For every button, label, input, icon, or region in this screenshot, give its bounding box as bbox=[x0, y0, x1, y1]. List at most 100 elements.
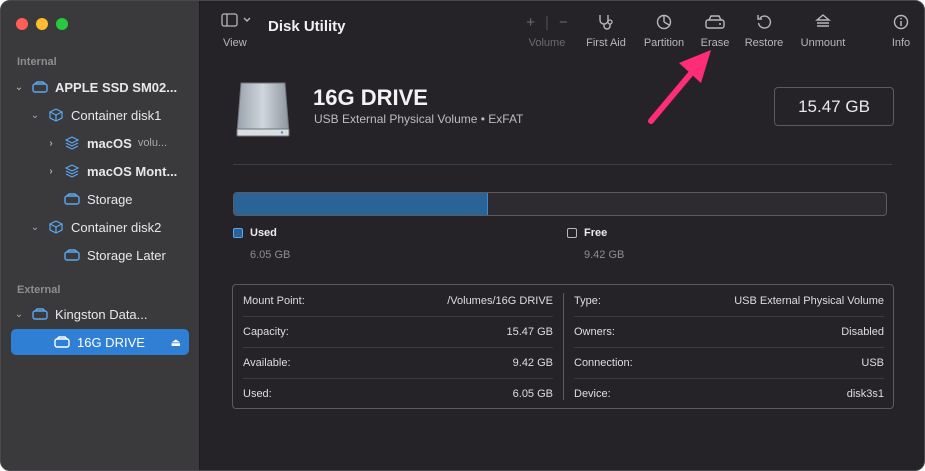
info-key: Owners: bbox=[574, 325, 615, 338]
sidebar-item-label: Storage bbox=[87, 191, 133, 207]
disk-volume-icon bbox=[53, 335, 71, 349]
sidebar-item-storage-later[interactable]: Storage Later bbox=[57, 242, 166, 268]
disk-drive-icon bbox=[31, 80, 49, 94]
sidebar-toggle-icon bbox=[221, 13, 251, 27]
stethoscope-icon bbox=[583, 13, 629, 31]
volume-button[interactable]: + | − Volume bbox=[526, 13, 567, 50]
info-value: disk3s1 bbox=[846, 387, 884, 400]
erase-disk-icon bbox=[698, 13, 732, 31]
info-label: Info bbox=[891, 37, 911, 49]
info-key: Capacity: bbox=[243, 325, 289, 338]
sidebar-item-label: Kingston Data... bbox=[55, 306, 148, 322]
sidebar-item-label: Container disk1 bbox=[71, 107, 162, 123]
info-row-type: Type: USB External Physical Volume bbox=[574, 285, 884, 316]
toolbar: View Disk Utility + | − Volume First Aid P… bbox=[201, 1, 924, 61]
sidebar-item-container-disk2[interactable]: ⌄ Container disk2 bbox=[29, 214, 162, 240]
info-row-mount-point: Mount Point: /Volumes/16G DRIVE bbox=[243, 285, 553, 316]
container-cube-icon bbox=[47, 108, 65, 122]
info-row-used: Used: 6.05 GB bbox=[243, 378, 553, 409]
volume-label: Volume bbox=[528, 37, 566, 49]
external-drive-icon bbox=[233, 79, 293, 139]
restore-button[interactable]: Restore bbox=[744, 13, 784, 49]
info-row-capacity: Capacity: 15.47 GB bbox=[243, 316, 553, 347]
info-key: Mount Point: bbox=[243, 294, 305, 307]
chevron-right-icon[interactable]: › bbox=[45, 166, 57, 177]
info-key: Device: bbox=[574, 387, 611, 400]
info-icon bbox=[889, 13, 913, 31]
info-row-connection: Connection: USB bbox=[574, 347, 884, 378]
drive-size-box: 15.47 GB bbox=[774, 87, 894, 126]
chevron-down-icon[interactable]: ⌄ bbox=[13, 309, 25, 320]
sidebar-item-label: macOS bbox=[87, 135, 132, 151]
info-value: 9.42 GB bbox=[512, 356, 553, 369]
drive-name: 16G DRIVE bbox=[313, 85, 428, 110]
usage-bar bbox=[233, 192, 887, 216]
unmount-button[interactable]: Unmount bbox=[798, 13, 848, 49]
info-key: Connection: bbox=[574, 356, 633, 369]
info-value: 6.05 GB bbox=[512, 387, 553, 400]
first-aid-button[interactable]: First Aid bbox=[583, 13, 629, 49]
info-value: Disabled bbox=[841, 325, 884, 338]
main-panel: 16G DRIVE USB External Physical Volume •… bbox=[201, 61, 924, 470]
eject-icon[interactable]: ⏏ bbox=[171, 336, 181, 349]
info-key: Type: bbox=[574, 294, 601, 307]
disk-volume-icon bbox=[63, 248, 81, 262]
info-row-owners: Owners: Disabled bbox=[574, 316, 884, 347]
traffic-lights bbox=[16, 18, 68, 30]
container-cube-icon bbox=[47, 220, 65, 234]
sidebar-item-storage[interactable]: Storage bbox=[57, 186, 133, 212]
chevron-down-icon[interactable]: ⌄ bbox=[13, 82, 25, 93]
info-row-available: Available: 9.42 GB bbox=[243, 347, 553, 378]
info-value: USB bbox=[861, 356, 884, 369]
zoom-button[interactable] bbox=[56, 18, 68, 30]
pie-chart-icon bbox=[641, 13, 687, 31]
sidebar-item-macos-monterey[interactable]: › macOS Mont... bbox=[45, 158, 177, 184]
used-label: Used bbox=[250, 227, 277, 239]
info-key: Used: bbox=[243, 387, 272, 400]
free-value: 9.42 GB bbox=[584, 249, 625, 261]
chevron-down-icon[interactable]: ⌄ bbox=[29, 110, 41, 121]
external-section-label: External bbox=[17, 284, 61, 296]
app-title: Disk Utility bbox=[268, 18, 346, 35]
legend-used: Used 6.05 GB bbox=[233, 227, 290, 261]
volume-layers-icon bbox=[63, 164, 81, 178]
free-label: Free bbox=[584, 227, 608, 239]
info-value: USB External Physical Volume bbox=[734, 294, 884, 307]
chevron-down-icon[interactable]: ⌄ bbox=[29, 222, 41, 233]
disk-utility-window: Internal ⌄ APPLE SSD SM02... ⌄ Container… bbox=[0, 0, 925, 471]
sidebar-item-label: APPLE SSD SM02... bbox=[55, 79, 178, 95]
sidebar-item-label: Storage Later bbox=[87, 247, 166, 263]
sidebar-item-16g-drive[interactable]: 16G DRIVE ⏏ bbox=[11, 329, 189, 355]
minimize-button[interactable] bbox=[36, 18, 48, 30]
first-aid-label: First Aid bbox=[586, 37, 626, 49]
divider bbox=[233, 164, 892, 165]
restore-arrow-icon bbox=[744, 13, 784, 31]
sidebar-item-label: macOS Mont... bbox=[87, 163, 178, 179]
sidebar: Internal ⌄ APPLE SSD SM02... ⌄ Container… bbox=[1, 1, 200, 470]
internal-section-label: Internal bbox=[17, 56, 57, 68]
sidebar-item-kingston[interactable]: ⌄ Kingston Data... bbox=[13, 301, 148, 327]
info-value: 15.47 GB bbox=[506, 325, 553, 338]
unmount-label: Unmount bbox=[800, 37, 846, 49]
info-button[interactable]: Info bbox=[889, 13, 913, 49]
restore-label: Restore bbox=[744, 37, 784, 49]
sidebar-item-label: 16G DRIVE bbox=[77, 334, 145, 350]
close-button[interactable] bbox=[16, 18, 28, 30]
free-swatch bbox=[567, 228, 577, 238]
partition-button[interactable]: Partition bbox=[641, 13, 687, 49]
info-row-device: Device: disk3s1 bbox=[574, 378, 884, 409]
sidebar-item-macos[interactable]: › macOS volu... bbox=[45, 130, 167, 156]
used-swatch bbox=[233, 228, 243, 238]
chevron-right-icon[interactable]: › bbox=[45, 138, 57, 149]
sidebar-item-apple-ssd[interactable]: ⌄ APPLE SSD SM02... bbox=[13, 74, 177, 100]
view-button[interactable]: View bbox=[221, 13, 253, 49]
erase-button[interactable]: Erase bbox=[698, 13, 732, 49]
disk-volume-icon bbox=[63, 192, 81, 206]
view-label: View bbox=[223, 37, 247, 49]
disk-drive-icon bbox=[31, 307, 49, 321]
info-table: Mount Point: /Volumes/16G DRIVE Capacity… bbox=[232, 284, 894, 409]
column-divider bbox=[563, 293, 564, 400]
info-key: Available: bbox=[243, 356, 291, 369]
sidebar-item-container-disk1[interactable]: ⌄ Container disk1 bbox=[29, 102, 162, 128]
used-value: 6.05 GB bbox=[250, 249, 291, 261]
